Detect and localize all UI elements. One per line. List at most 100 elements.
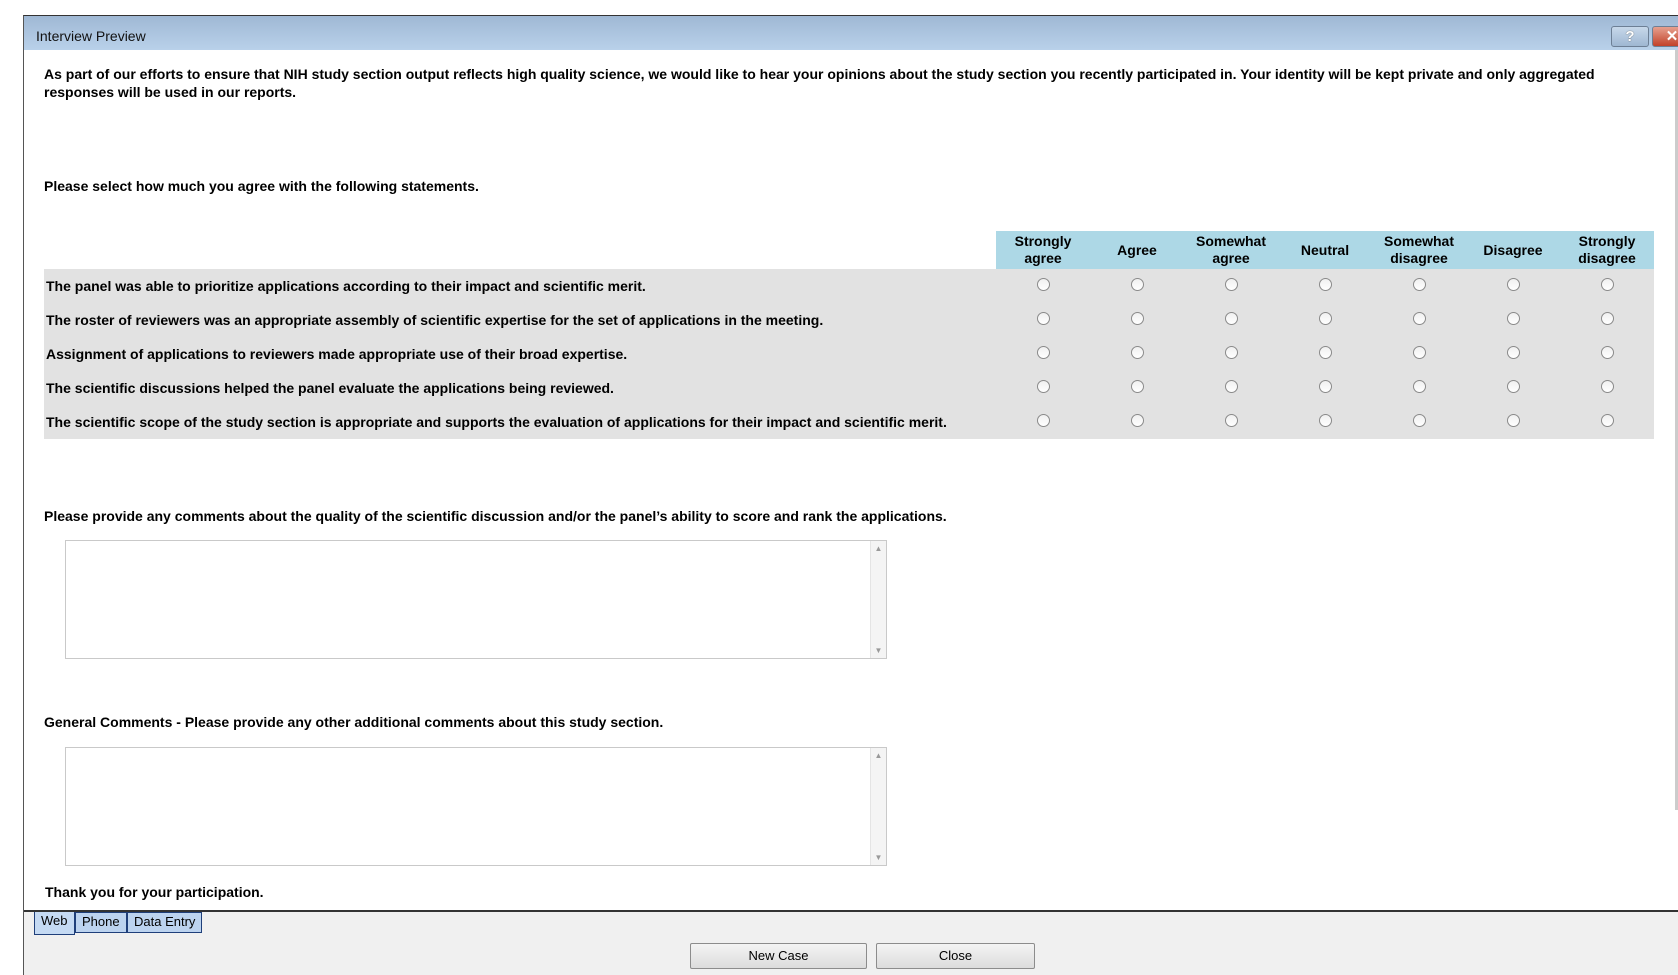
radio-button[interactable] xyxy=(1224,414,1238,427)
column-header: Neutral xyxy=(1278,231,1372,269)
radio-button[interactable] xyxy=(1506,414,1520,427)
title-bar: Interview Preview ? ✕ xyxy=(24,16,1678,50)
radio-button[interactable] xyxy=(1318,278,1332,291)
radio-cell xyxy=(1372,371,1466,405)
radio-button[interactable] xyxy=(1506,380,1520,393)
radio-cell xyxy=(1560,337,1654,371)
close-button[interactable]: Close xyxy=(876,943,1035,969)
radio-button[interactable] xyxy=(1412,380,1426,393)
radio-button[interactable] xyxy=(1036,414,1050,427)
radio-button[interactable] xyxy=(1036,380,1050,393)
radio-cell xyxy=(1278,337,1372,371)
radio-button[interactable] xyxy=(1224,380,1238,393)
radio-cell xyxy=(1278,405,1372,439)
agreement-matrix: Strongly agree Agree Somewhat agree Neutral… xyxy=(44,231,1654,439)
radio-cell xyxy=(1466,269,1560,303)
radio-cell xyxy=(1184,303,1278,337)
radio-cell xyxy=(1090,337,1184,371)
radio-cell xyxy=(1278,371,1372,405)
radio-cell xyxy=(996,337,1090,371)
scroll-up-icon[interactable]: ▲ xyxy=(871,751,886,760)
tab-web[interactable]: Web xyxy=(34,912,75,935)
radio-button[interactable] xyxy=(1600,278,1614,291)
general-comments-textarea[interactable]: ▲ ▼ xyxy=(65,747,887,866)
radio-button[interactable] xyxy=(1224,278,1238,291)
radio-button[interactable] xyxy=(1224,346,1238,359)
radio-cell xyxy=(1278,269,1372,303)
radio-button[interactable] xyxy=(1318,414,1332,427)
close-window-button[interactable]: ✕ xyxy=(1652,26,1678,47)
radio-button[interactable] xyxy=(1412,346,1426,359)
radio-cell xyxy=(1560,371,1654,405)
radio-cell xyxy=(1466,337,1560,371)
radio-cell xyxy=(1466,371,1560,405)
statement-label: The panel was able to prioritize applica… xyxy=(44,269,996,303)
matrix-row: The roster of reviewers was an appropria… xyxy=(44,303,1654,337)
radio-button[interactable] xyxy=(1130,312,1144,325)
column-header: Strongly agree xyxy=(996,231,1090,269)
radio-cell xyxy=(1466,405,1560,439)
radio-cell xyxy=(996,269,1090,303)
column-header: Strongly disagree xyxy=(1560,231,1654,269)
comments-label: Please provide any comments about the qu… xyxy=(44,508,947,524)
radio-cell xyxy=(1090,405,1184,439)
radio-button[interactable] xyxy=(1506,278,1520,291)
radio-button[interactable] xyxy=(1506,346,1520,359)
radio-cell xyxy=(996,371,1090,405)
radio-button[interactable] xyxy=(1600,312,1614,325)
radio-button[interactable] xyxy=(1036,346,1050,359)
statement-label: The scientific scope of the study sectio… xyxy=(44,405,996,439)
matrix-row: The scientific scope of the study sectio… xyxy=(44,405,1654,439)
help-button[interactable]: ? xyxy=(1611,26,1649,47)
radio-cell xyxy=(1372,269,1466,303)
scroll-up-icon[interactable]: ▲ xyxy=(871,544,886,553)
survey-content: As part of our efforts to ensure that NI… xyxy=(24,50,1678,910)
tab-phone[interactable]: Phone xyxy=(75,912,127,933)
scroll-down-icon[interactable]: ▼ xyxy=(871,646,886,655)
radio-button[interactable] xyxy=(1412,414,1426,427)
radio-cell xyxy=(1184,405,1278,439)
radio-button[interactable] xyxy=(1600,380,1614,393)
tab-data-entry[interactable]: Data Entry xyxy=(127,912,203,933)
radio-button[interactable] xyxy=(1412,278,1426,291)
radio-cell xyxy=(1184,337,1278,371)
radio-cell xyxy=(1090,269,1184,303)
radio-button[interactable] xyxy=(1318,380,1332,393)
radio-cell xyxy=(996,303,1090,337)
comments-scrollbar[interactable]: ▲ ▼ xyxy=(870,541,886,658)
column-header: Agree xyxy=(1090,231,1184,269)
radio-button[interactable] xyxy=(1130,380,1144,393)
statement-label: The roster of reviewers was an appropria… xyxy=(44,303,996,337)
radio-button[interactable] xyxy=(1224,312,1238,325)
general-scrollbar[interactable]: ▲ ▼ xyxy=(870,748,886,865)
matrix-row: Assignment of applications to reviewers … xyxy=(44,337,1654,371)
radio-button[interactable] xyxy=(1600,346,1614,359)
new-case-button[interactable]: New Case xyxy=(690,943,867,969)
radio-button[interactable] xyxy=(1130,278,1144,291)
column-header: Disagree xyxy=(1466,231,1560,269)
radio-button[interactable] xyxy=(1036,278,1050,291)
radio-button[interactable] xyxy=(1318,312,1332,325)
radio-cell xyxy=(1184,371,1278,405)
radio-button[interactable] xyxy=(1130,346,1144,359)
radio-cell xyxy=(1466,303,1560,337)
radio-button[interactable] xyxy=(1036,312,1050,325)
radio-cell xyxy=(1184,269,1278,303)
interview-preview-window: Interview Preview ? ✕ As part of our eff… xyxy=(23,15,1678,975)
statement-label: Assignment of applications to reviewers … xyxy=(44,337,996,371)
radio-cell xyxy=(996,405,1090,439)
radio-button[interactable] xyxy=(1506,312,1520,325)
radio-cell xyxy=(1560,269,1654,303)
comments-textarea[interactable]: ▲ ▼ xyxy=(65,540,887,659)
matrix-prompt: Please select how much you agree with th… xyxy=(44,178,479,194)
radio-button[interactable] xyxy=(1318,346,1332,359)
scroll-down-icon[interactable]: ▼ xyxy=(871,853,886,862)
window-title: Interview Preview xyxy=(36,28,146,44)
radio-button[interactable] xyxy=(1412,312,1426,325)
radio-button[interactable] xyxy=(1600,414,1614,427)
general-comments-label: General Comments - Please provide any ot… xyxy=(44,714,664,730)
radio-button[interactable] xyxy=(1130,414,1144,427)
column-header: Somewhat agree xyxy=(1184,231,1278,269)
radio-cell xyxy=(1372,337,1466,371)
radio-cell xyxy=(1278,303,1372,337)
